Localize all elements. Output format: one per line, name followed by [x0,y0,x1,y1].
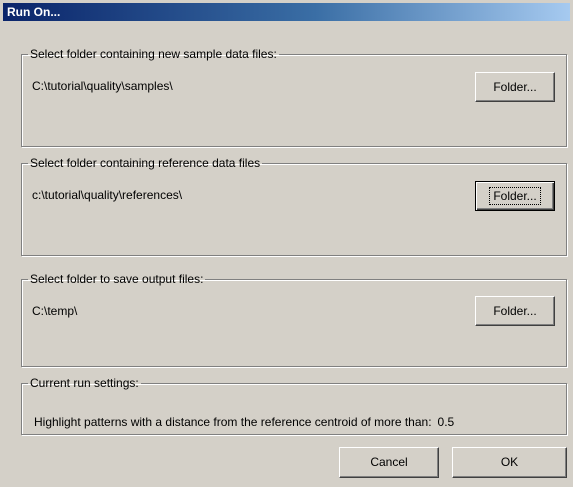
samples-folder-button[interactable]: Folder... [475,72,555,102]
references-folder-button-label: Folder... [489,187,541,205]
dialog-title: Run On... [7,5,61,19]
distance-threshold-value: 0.5 [437,415,455,429]
run-settings-group: Current run settings: Highlight patterns… [21,376,567,435]
samples-folder-path: C:\tutorial\quality\samples\ [32,79,173,93]
ok-button[interactable]: OK [452,447,567,478]
dialog-title-bar[interactable]: Run On... [3,3,570,21]
references-folder-label: Select folder containing reference data … [30,156,261,170]
cancel-button[interactable]: Cancel [339,447,439,478]
output-folder-path: C:\temp\ [32,304,78,318]
distance-threshold-label: Highlight patterns with a distance from … [34,415,432,429]
references-folder-path: c:\tutorial\quality\references\ [32,188,183,202]
run-settings-description: Highlight patterns with a distance from … [34,415,454,429]
run-settings-label: Current run settings: [30,376,139,390]
output-folder-button[interactable]: Folder... [475,296,555,326]
output-folder-label: Select folder to save output files: [30,272,204,286]
references-folder-button[interactable]: Folder... [475,181,555,211]
samples-folder-label: Select folder containing new sample data… [30,47,277,61]
run-on-dialog: Run On... Select folder containing new s… [0,0,573,487]
